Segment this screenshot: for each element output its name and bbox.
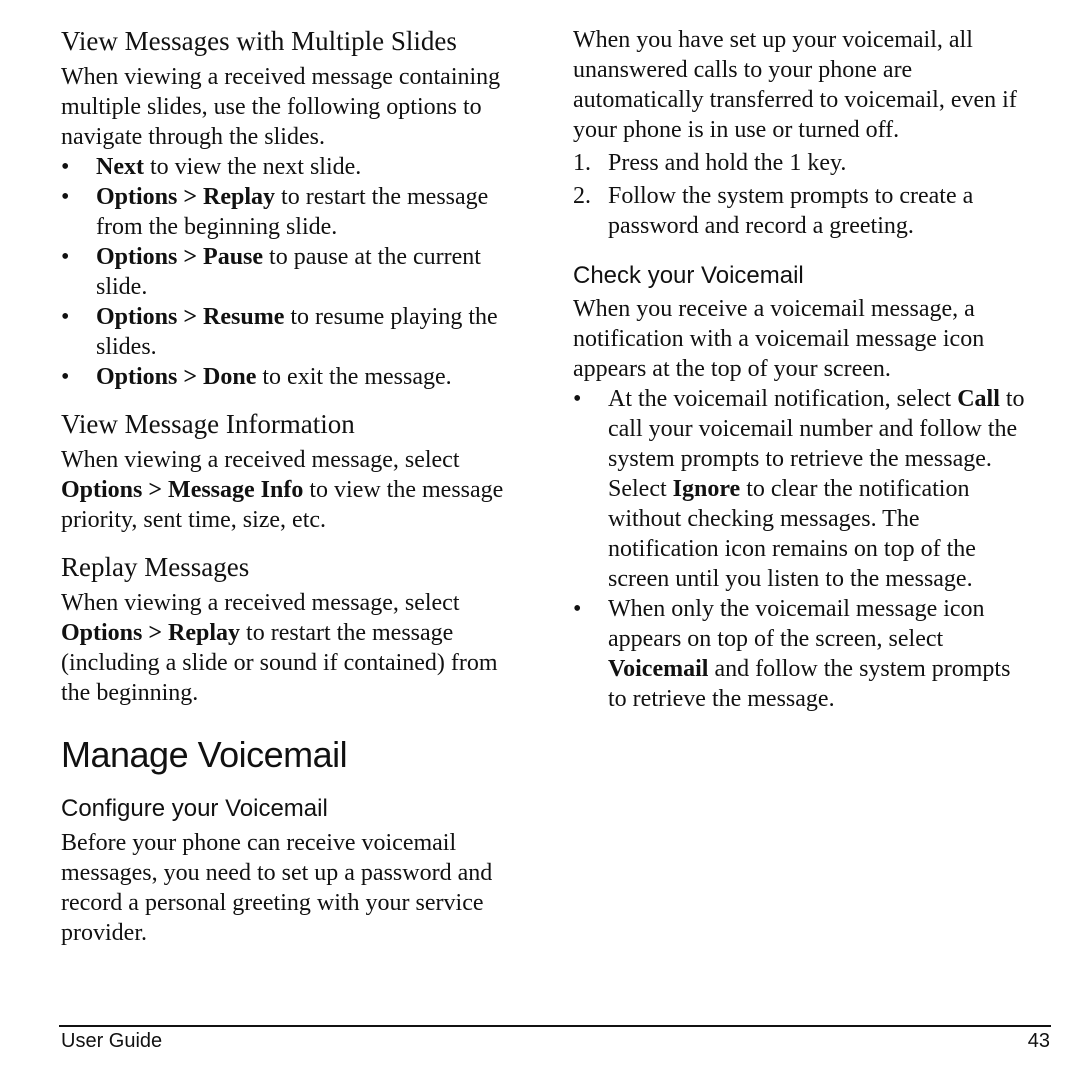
heading-configure-voicemail: Configure your Voicemail xyxy=(61,795,328,822)
bullet-icon: • xyxy=(573,386,582,412)
bold-term: Options > Resume xyxy=(96,304,285,330)
paragraph-line: Before your phone can receive voicemail xyxy=(61,830,457,856)
paragraph-line: messages, you need to set up a password … xyxy=(61,860,493,886)
bullet-text: to resume playing the xyxy=(284,304,498,330)
paragraph-line: navigate through the slides. xyxy=(61,124,325,150)
paragraph-line: When you have set up your voicemail, all xyxy=(573,27,973,53)
bullet-text-continued: to retrieve the message. xyxy=(608,686,835,712)
bullet-text: to xyxy=(999,386,1025,412)
bullet-text-continued: from the beginning slide. xyxy=(96,214,338,240)
paragraph-line: record a personal greeting with your ser… xyxy=(61,890,484,916)
paragraph-line: When you receive a voicemail message, a xyxy=(573,296,975,322)
bullet-text-continued: call your voicemail number and follow th… xyxy=(608,416,1018,442)
page-number: 43 xyxy=(1027,1030,1050,1052)
step-text: Follow the system prompts to create a xyxy=(608,183,974,209)
bullet-item: • At the voicemail notification, select … xyxy=(573,384,1053,594)
paragraph-text: to view the message xyxy=(303,477,504,503)
bullet-text-continued: notification icon remains on top of the xyxy=(608,536,976,562)
heading-replay-messages: Replay Messages xyxy=(61,552,250,582)
bullet-icon: • xyxy=(573,596,582,622)
paragraph-line: Options > Message Info to view the messa… xyxy=(61,475,503,505)
heading-check-voicemail: Check your Voicemail xyxy=(573,262,804,289)
bullet-item: • Options > Done to exit the message. xyxy=(61,362,541,392)
bullet-text: Select xyxy=(608,476,673,502)
bullet-item: • Options > Replay to restart the messag… xyxy=(61,182,541,242)
bullet-item: • When only the voicemail message icon a… xyxy=(573,594,1053,714)
bullet-text-continued: screen until you listen to the message. xyxy=(608,566,973,592)
bold-term: Next xyxy=(96,154,144,180)
paragraph-line: provider. xyxy=(61,920,147,946)
heading-view-messages-multiple-slides: View Messages with Multiple Slides xyxy=(61,26,457,56)
paragraph-line: notification with a voicemail message ic… xyxy=(573,326,985,352)
step-number: 1. xyxy=(573,150,591,176)
paragraph-line: priority, sent time, size, etc. xyxy=(61,507,327,533)
step-text: Press and hold the 1 key. xyxy=(608,150,847,176)
paragraph-text: to restart the message xyxy=(240,620,454,646)
paragraph-line: multiple slides, use the following optio… xyxy=(61,94,482,120)
paragraph-line: Options > Replay to restart the message xyxy=(61,618,453,648)
paragraph-line: When viewing a received message containi… xyxy=(61,64,501,90)
bullet-text: to pause at the current xyxy=(263,244,481,270)
footer-title: User Guide xyxy=(61,1030,163,1052)
bullet-text: At the voicemail notification, select xyxy=(608,386,958,412)
bullet-text: to exit the message. xyxy=(256,364,452,390)
bullet-text-continued: system prompts to retrieve the message. xyxy=(608,446,992,472)
paragraph-line: unanswered calls to your phone are xyxy=(573,57,913,83)
bold-term: Options > Message Info xyxy=(61,477,304,503)
step-number: 2. xyxy=(573,183,591,209)
bullet-text: to clear the notification xyxy=(740,476,970,502)
chapter-title: Manage Voicemail xyxy=(61,734,348,775)
bold-term: Options > Replay xyxy=(96,184,276,210)
bullet-item: • Options > Resume to resume playing the… xyxy=(61,302,541,362)
paragraph-line: your phone is in use or turned off. xyxy=(573,117,900,143)
bullet-text: When only the voicemail message icon xyxy=(608,596,985,622)
bullet-item: • Next to view the next slide. xyxy=(61,152,541,182)
paragraph-line: (including a slide or sound if contained… xyxy=(61,650,498,676)
numbered-step: 1. Press and hold the 1 key. xyxy=(573,148,1053,178)
bullet-text-continued: appears on top of the screen, select xyxy=(608,626,944,652)
bullet-icon: • xyxy=(61,364,70,390)
footer-divider xyxy=(59,1025,1051,1027)
heading-view-message-information: View Message Information xyxy=(61,409,355,439)
step-text-continued: password and record a greeting. xyxy=(608,213,914,239)
bullet-text: and follow the system prompts xyxy=(708,656,1011,682)
bullet-icon: • xyxy=(61,304,70,330)
bullet-text: to restart the message xyxy=(275,184,489,210)
bold-term: Options > Done xyxy=(96,364,257,390)
bold-term: Options > Replay xyxy=(61,620,241,646)
bullet-item: • Options > Pause to pause at the curren… xyxy=(61,242,541,302)
bullet-icon: • xyxy=(61,184,70,210)
paragraph-line: When viewing a received message, select xyxy=(61,447,460,473)
bold-term: Ignore xyxy=(672,476,741,502)
bullet-text-continued: slide. xyxy=(96,274,148,300)
paragraph-line: When viewing a received message, select xyxy=(61,590,460,616)
bullet-text-continued: slides. xyxy=(96,334,157,360)
paragraph-line: appears at the top of your screen. xyxy=(573,356,891,382)
bullet-text-continued: without checking messages. The xyxy=(608,506,920,532)
paragraph-line: the beginning. xyxy=(61,680,199,706)
numbered-step: 2. Follow the system prompts to create a… xyxy=(573,181,1053,241)
bold-term: Voicemail xyxy=(608,656,709,682)
bullet-icon: • xyxy=(61,154,70,180)
bold-term: Options > Pause xyxy=(96,244,264,270)
bullet-icon: • xyxy=(61,244,70,270)
bold-term: Call xyxy=(957,386,1000,412)
paragraph-line: automatically transferred to voicemail, … xyxy=(573,87,1017,113)
bullet-text: to view the next slide. xyxy=(143,154,362,180)
